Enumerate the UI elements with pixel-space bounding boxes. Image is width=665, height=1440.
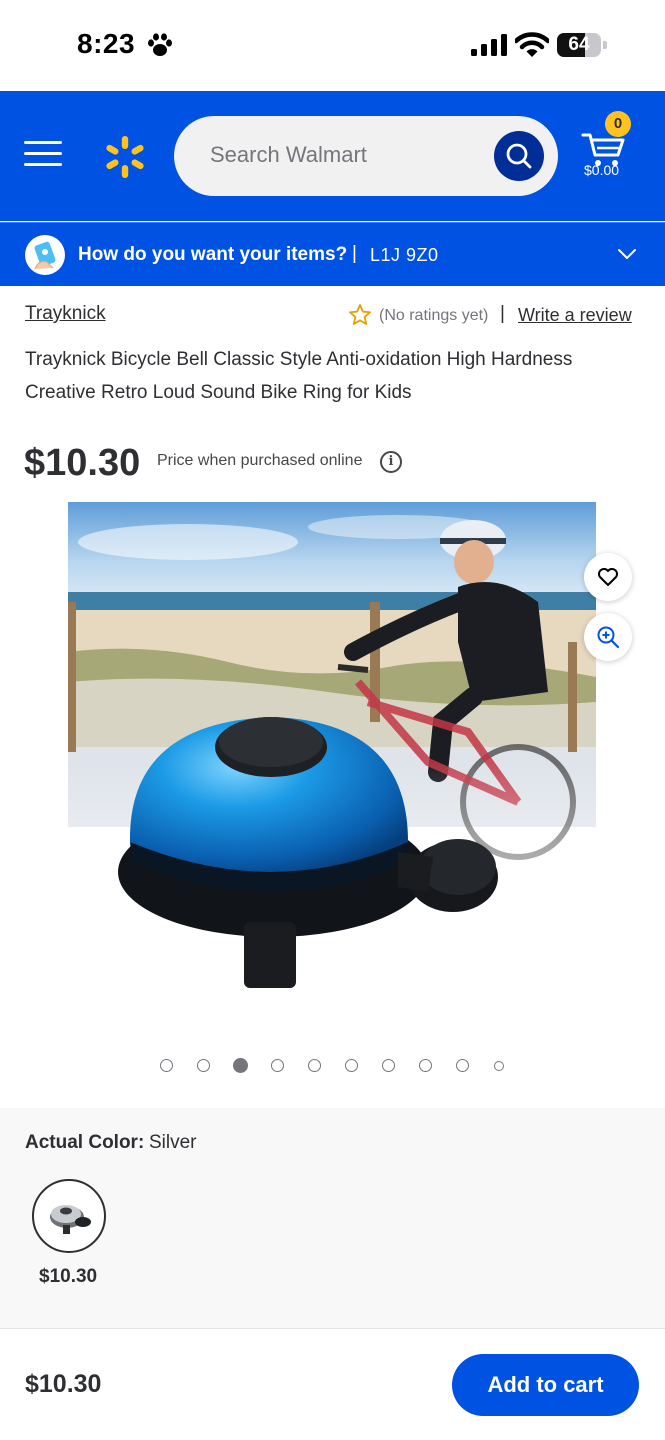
info-icon[interactable]: i <box>380 451 402 473</box>
battery-level: 64 <box>568 34 590 55</box>
price-note: Price when purchased online <box>157 452 363 469</box>
carousel-dot[interactable] <box>160 1059 173 1072</box>
menu-button[interactable] <box>24 141 62 171</box>
star-outline-icon <box>349 304 371 325</box>
search-bar[interactable]: Search Walmart <box>174 116 558 196</box>
carousel-dot[interactable] <box>419 1059 432 1072</box>
add-to-cart-button[interactable]: Add to cart <box>452 1354 639 1416</box>
cellular-signal-icon <box>471 34 507 56</box>
image-carousel-dots <box>0 1058 665 1074</box>
delivery-icon <box>25 235 65 275</box>
write-review-link[interactable]: Write a review <box>518 305 632 326</box>
cart-count-badge: 0 <box>605 111 631 137</box>
postal-code: L1J 9Z0 <box>370 245 439 265</box>
variant-selected-value: Silver <box>149 1132 197 1153</box>
carousel-dot[interactable] <box>382 1059 395 1072</box>
site-header: Search Walmart 0 $0.00 <box>0 91 665 221</box>
search-icon <box>506 143 532 169</box>
product-price: $10.30 <box>24 442 141 484</box>
carousel-dot[interactable] <box>271 1059 284 1072</box>
walmart-spark-logo[interactable] <box>102 134 148 180</box>
product-title: Trayknick Bicycle Bell Classic Style Ant… <box>25 349 573 403</box>
carousel-dot[interactable] <box>233 1058 248 1073</box>
variant-swatch-price: $10.30 <box>39 1266 98 1287</box>
delivery-separator: | <box>352 243 357 264</box>
carousel-dot[interactable] <box>197 1059 210 1072</box>
rating-separator: | <box>500 303 505 324</box>
variant-swatch-silver[interactable] <box>32 1179 106 1253</box>
zoom-in-icon <box>597 626 620 649</box>
carousel-dot[interactable] <box>308 1059 321 1072</box>
search-input[interactable]: Search Walmart <box>210 142 367 168</box>
carousel-dot[interactable] <box>456 1059 469 1072</box>
product-image[interactable] <box>68 502 596 1002</box>
carousel-dot[interactable] <box>345 1059 358 1072</box>
wifi-icon <box>515 32 549 57</box>
delivery-question: How do you want your items? <box>78 244 348 265</box>
bottom-action-bar: $10.30 Add to cart <box>0 1328 665 1440</box>
chevron-down-icon <box>618 249 636 259</box>
search-button[interactable] <box>494 131 544 181</box>
status-bar: 8:23 64 <box>0 0 665 91</box>
rating-text: (No ratings yet) <box>379 307 489 324</box>
heart-icon <box>598 568 618 586</box>
variant-label: Actual Color: <box>25 1132 145 1153</box>
battery-indicator: 64 <box>557 33 607 57</box>
cart-total[interactable]: $0.00 <box>584 162 619 178</box>
status-time: 8:23 <box>77 28 136 59</box>
carousel-dot[interactable] <box>494 1061 504 1071</box>
delivery-selector[interactable]: How do you want your items? | L1J 9Z0 <box>0 222 665 286</box>
variant-section: Actual Color: Silver $10.30 <box>0 1108 665 1328</box>
add-to-favorites-button[interactable] <box>584 553 632 601</box>
brand-link[interactable]: Trayknick <box>25 303 106 325</box>
bottom-price: $10.30 <box>25 1370 102 1398</box>
zoom-image-button[interactable] <box>584 613 632 661</box>
paw-icon <box>148 33 172 56</box>
